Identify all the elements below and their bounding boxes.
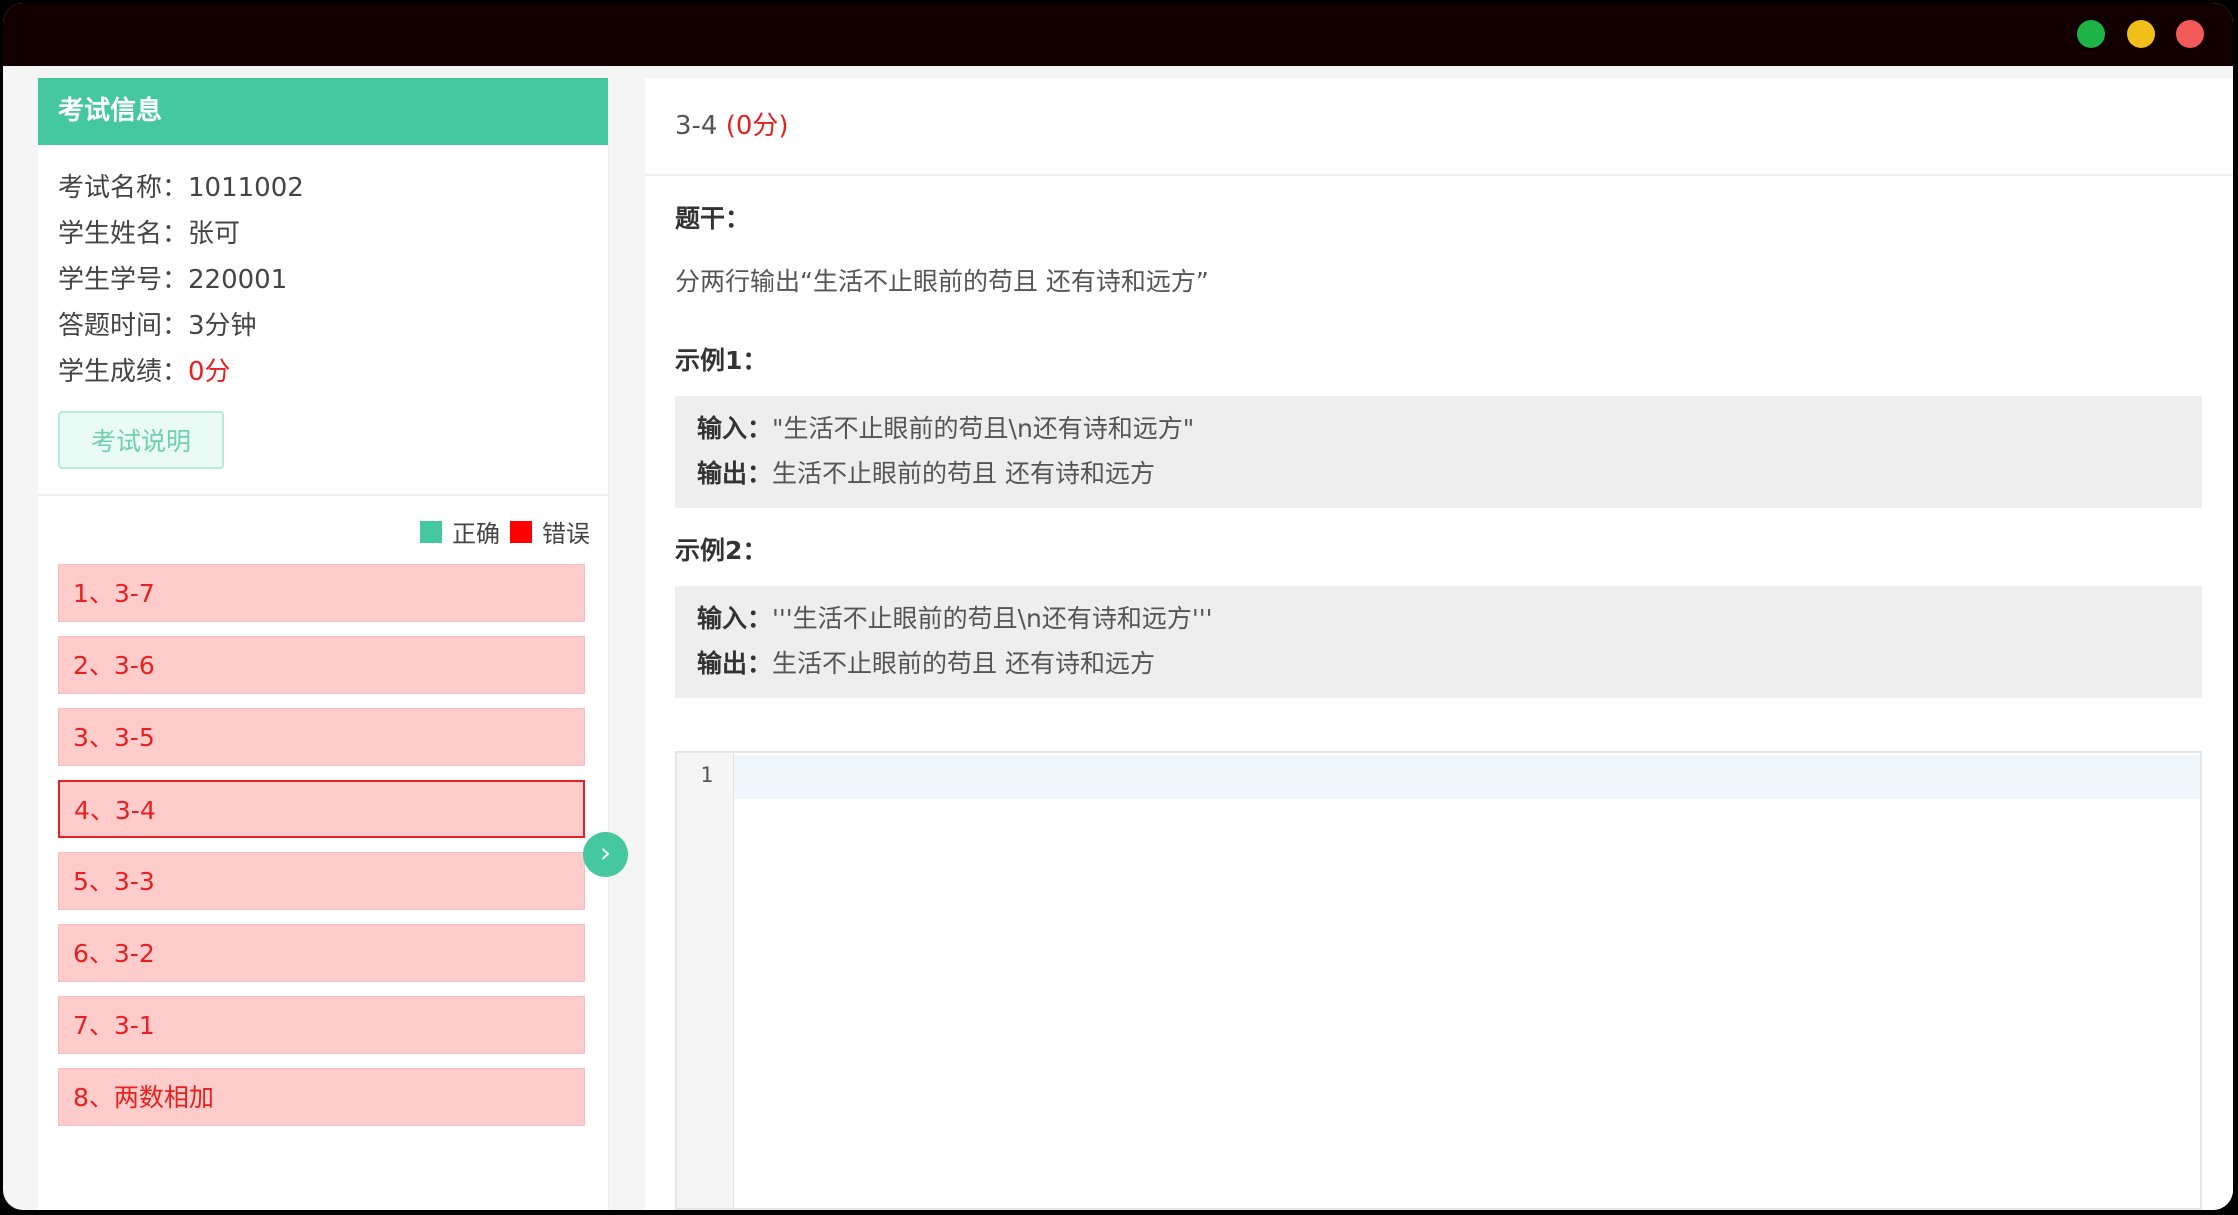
correct-swatch-icon (420, 520, 442, 543)
question-panel: 3-4 (0分) 题干： 分两行输出“生活不止眼前的苟且 还有诗和远方” 示例1… (645, 78, 2233, 1210)
sidebar-divider (38, 494, 608, 496)
question-list: 1、3-7 2、3-6 3、3-5 4、3-4 5、3-3 6、3-2 7、3-… (58, 564, 585, 1140)
info-student-name: 学生姓名：张可 (58, 211, 608, 257)
exam-info-list: 考试名称：1011002 学生姓名：张可 学生学号：220001 答题时间：3分… (38, 145, 608, 395)
line-number: 1 (700, 763, 713, 787)
chevron-right-icon: › (599, 836, 612, 869)
example-1-title: 示例1： (675, 346, 768, 375)
legend-wrong-label: 错误 (542, 520, 590, 548)
info-student-id: 学生学号：220001 (58, 257, 608, 303)
info-value: 1011002 (188, 173, 304, 203)
info-label: 学生成绩： (58, 357, 189, 387)
question-item[interactable]: 1、3-7 (58, 564, 585, 622)
wrong-swatch-icon (510, 520, 532, 543)
question-item[interactable]: 3、3-5 (58, 708, 585, 766)
question-item[interactable]: 8、两数相加 (58, 1068, 585, 1126)
question-score: (0分) (725, 111, 789, 141)
example-1-box: 输入："生活不止眼前的苟且\n还有诗和远方" 输出：生活不止眼前的苟且 还有诗和… (675, 396, 2202, 508)
stem-text: 分两行输出“生活不止眼前的苟且 还有诗和远方” (675, 267, 1209, 296)
question-header: 3-4 (0分) (645, 78, 2233, 176)
status-legend: 正确 错误 (420, 514, 590, 549)
info-exam-name: 考试名称：1011002 (58, 165, 608, 211)
maximize-button[interactable] (2077, 20, 2105, 48)
output-label: 输出： (697, 459, 773, 488)
question-item[interactable]: 7、3-1 (58, 996, 585, 1054)
example-1-output: 输出：生活不止眼前的苟且 还有诗和远方 (697, 451, 2202, 496)
input-value: "生活不止眼前的苟且\n还有诗和远方" (772, 414, 1195, 443)
info-student-score: 学生成绩：0分 (58, 349, 608, 395)
close-button[interactable] (2176, 20, 2204, 48)
question-item[interactable]: 2、3-6 (58, 636, 585, 694)
output-label: 输出： (697, 649, 773, 678)
example-1-input: 输入："生活不止眼前的苟且\n还有诗和远方" (697, 406, 2202, 451)
info-value: 0分 (188, 357, 231, 387)
minimize-button[interactable] (2127, 20, 2155, 48)
sidebar-toggle-button[interactable]: › (583, 832, 628, 877)
info-value: 220001 (188, 265, 288, 295)
question-body: 题干： 分两行输出“生活不止眼前的苟且 还有诗和远方” 示例1： 输入："生活不… (645, 204, 2233, 698)
code-editor[interactable]: 1 (675, 751, 2202, 1210)
example-2-box: 输入：'''生活不止眼前的苟且\n还有诗和远方''' 输出：生活不止眼前的苟且 … (675, 586, 2202, 698)
output-value: 生活不止眼前的苟且 还有诗和远方 (772, 459, 1155, 488)
editor-active-line[interactable] (734, 755, 2200, 799)
info-label: 考试名称： (58, 173, 189, 203)
input-label: 输入： (697, 414, 773, 443)
stem-title: 题干： (675, 204, 751, 233)
question-title: 3-4 (675, 111, 718, 141)
title-bar (3, 3, 2233, 66)
exam-info-sidebar: 考试信息 考试名称：1011002 学生姓名：张可 学生学号：220001 答题… (38, 78, 609, 1210)
example-2-input: 输入：'''生活不止眼前的苟且\n还有诗和远方''' (697, 596, 2202, 641)
info-label: 答题时间： (58, 311, 189, 341)
question-item[interactable]: 5、3-3 (58, 852, 585, 910)
info-label: 学生学号： (58, 265, 189, 295)
info-answer-time: 答题时间：3分钟 (58, 303, 608, 349)
editor-gutter: 1 (677, 753, 734, 1208)
question-item-active[interactable]: 4、3-4 (58, 780, 585, 838)
input-value: '''生活不止眼前的苟且\n还有诗和远方''' (772, 604, 1213, 633)
example-2-title: 示例2： (675, 536, 768, 565)
input-label: 输入： (697, 604, 773, 633)
info-value: 3分钟 (188, 311, 257, 341)
question-item[interactable]: 6、3-2 (58, 924, 585, 982)
info-value: 张可 (188, 219, 241, 249)
output-value: 生活不止眼前的苟且 还有诗和远方 (772, 649, 1155, 678)
example-2-output: 输出：生活不止眼前的苟且 还有诗和远方 (697, 641, 2202, 686)
sidebar-header: 考试信息 (38, 78, 608, 145)
info-label: 学生姓名： (58, 219, 189, 249)
legend-correct-label: 正确 (452, 520, 500, 548)
exam-description-button[interactable]: 考试说明 (58, 411, 224, 469)
app-window: 考试信息 考试名称：1011002 学生姓名：张可 学生学号：220001 答题… (3, 3, 2233, 1210)
